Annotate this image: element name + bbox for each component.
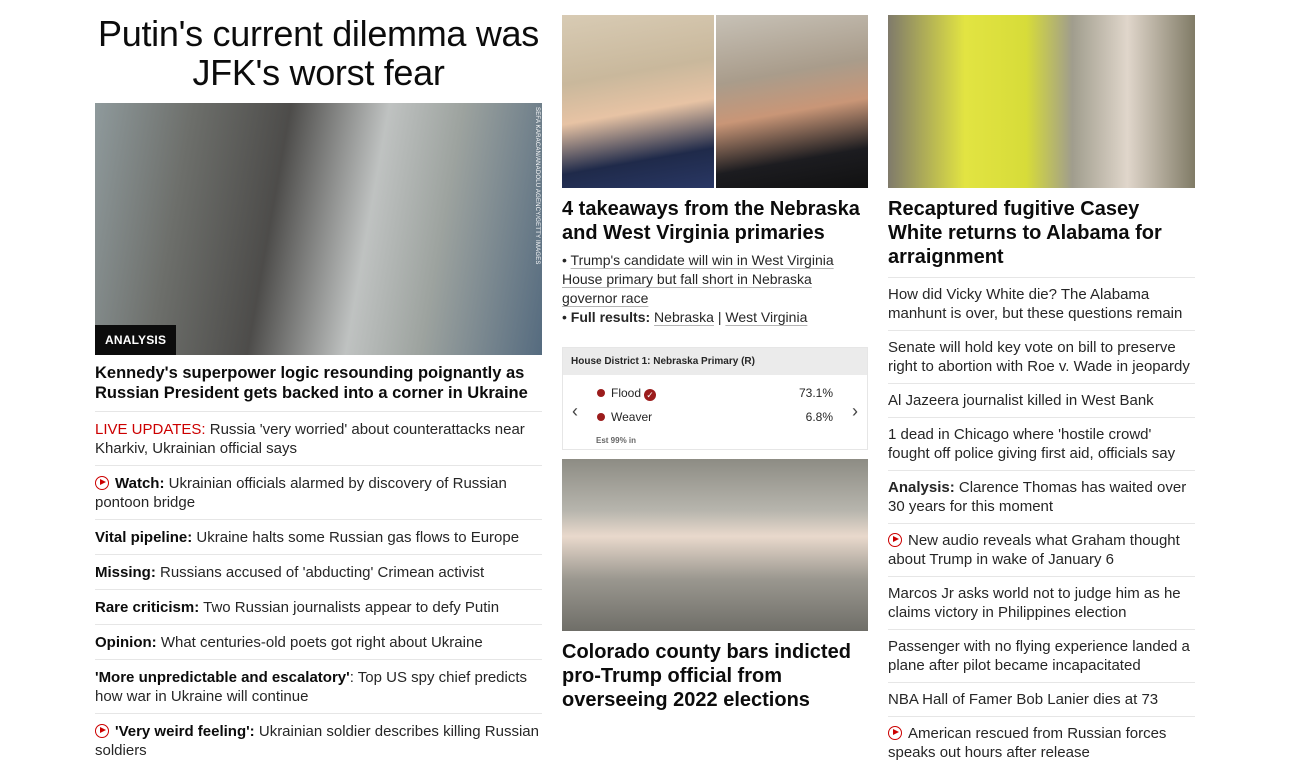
story-link[interactable]: Missing: Russians accused of 'abducting'… [95, 555, 542, 590]
candidate-percent: 73.1% [798, 386, 833, 400]
candidate-row: Weaver 6.8% [597, 405, 833, 429]
story-link[interactable]: LIVE UPDATES: Russia 'very worried' abou… [95, 412, 542, 466]
story-link[interactable]: Passenger with no flying experience land… [888, 630, 1195, 683]
bullet-item: • Trump's candidate will win in West Vir… [562, 252, 834, 306]
nebraska-link[interactable]: Nebraska [654, 309, 714, 325]
play-circle-icon [888, 533, 902, 547]
analysis-badge: ANALYSIS [95, 325, 177, 355]
story-link[interactable]: American rescued from Russian forces spe… [888, 717, 1195, 769]
right-column: Recaptured fugitive Casey White returns … [888, 0, 1195, 769]
story-link[interactable]: New audio reveals what Graham thought ab… [888, 524, 1195, 577]
story-link[interactable]: Opinion: What centuries-old poets got ri… [95, 625, 542, 660]
official-image[interactable] [562, 459, 868, 631]
story-link[interactable]: Rare criticism: Two Russian journalists … [95, 590, 542, 625]
story-list: How did Vicky White die? The Alabama man… [888, 278, 1195, 769]
bullet-item: • Full results: Nebraska | West Virginia [562, 309, 808, 325]
candidate-row: Flood ✓ 73.1% [597, 381, 833, 405]
candidates-image[interactable] [562, 15, 868, 188]
candidate-name: Flood [611, 386, 642, 400]
lead-column: Putin's current dilemma was JFK's worst … [95, 0, 542, 767]
story-link[interactable]: Analysis: Clarence Thomas has waited ove… [888, 471, 1195, 524]
story-link[interactable]: Senate will hold key vote on bill to pre… [888, 331, 1195, 384]
related-stories: LIVE UPDATES: Russia 'very worried' abou… [95, 412, 542, 767]
lead-image[interactable]: SEFA KARACAN/ANADOLU AGENCY/GETTY IMAGES… [95, 103, 542, 355]
play-circle-icon [888, 726, 902, 740]
story-link[interactable]: Marcos Jr asks world not to judge him as… [888, 577, 1195, 630]
fugitive-image[interactable] [888, 15, 1195, 188]
play-circle-icon [95, 724, 109, 738]
widget-body: ‹ Flood ✓ 73.1% Weaver 6.8% Est 99% in › [563, 375, 867, 449]
party-dot [597, 389, 605, 397]
story-link[interactable]: 'More unpredictable and escalatory': Top… [95, 660, 542, 714]
story-link[interactable]: NBA Hall of Famer Bob Lanier dies at 73 [888, 683, 1195, 717]
story-link[interactable]: How did Vicky White die? The Alabama man… [888, 278, 1195, 331]
lead-title[interactable]: Putin's current dilemma was JFK's worst … [95, 14, 542, 92]
separator: | [717, 309, 722, 325]
check-circle-icon: ✓ [644, 389, 657, 401]
candidate-percent: 6.8% [805, 410, 833, 424]
play-circle-icon [95, 476, 109, 490]
story-link[interactable]: Vital pipeline: Ukraine halts some Russi… [95, 520, 542, 555]
party-dot [597, 413, 605, 421]
bullet-link[interactable]: Trump's candidate will win in West Virgi… [562, 252, 834, 306]
lead-headline[interactable]: Kennedy's superpower logic resounding po… [95, 363, 542, 412]
fugitive-headline[interactable]: Recaptured fugitive Casey White returns … [888, 197, 1195, 278]
candidate-photo-right [716, 15, 868, 188]
story-link[interactable]: Watch: Ukrainian officials alarmed by di… [95, 466, 542, 520]
live-updates-label: LIVE UPDATES: [95, 421, 206, 438]
candidate-name: Weaver [611, 410, 653, 424]
story-link[interactable]: 1 dead in Chicago where 'hostile crowd' … [888, 418, 1195, 471]
chevron-left-icon[interactable]: ‹ [572, 401, 578, 422]
west-virginia-link[interactable]: West Virginia [725, 309, 807, 325]
election-results-widget[interactable]: House District 1: Nebraska Primary (R) ‹… [562, 347, 868, 450]
colorado-headline[interactable]: Colorado county bars indicted pro-Trump … [562, 640, 868, 712]
candidate-photo-left [562, 15, 714, 188]
primaries-headline[interactable]: 4 takeaways from the Nebraska and West V… [562, 197, 868, 245]
middle-column: 4 takeaways from the Nebraska and West V… [562, 0, 868, 712]
full-results-label: Full results: [570, 309, 651, 325]
chevron-right-icon[interactable]: › [852, 401, 858, 422]
story-link[interactable]: 'Very weird feeling': Ukrainian soldier … [95, 714, 542, 767]
estimate-label: Est 99% in [596, 436, 637, 445]
widget-header: House District 1: Nebraska Primary (R) [563, 348, 867, 375]
story-link[interactable]: Al Jazeera journalist killed in West Ban… [888, 384, 1195, 418]
image-credit: SEFA KARACAN/ANADOLU AGENCY/GETTY IMAGES [534, 107, 540, 265]
